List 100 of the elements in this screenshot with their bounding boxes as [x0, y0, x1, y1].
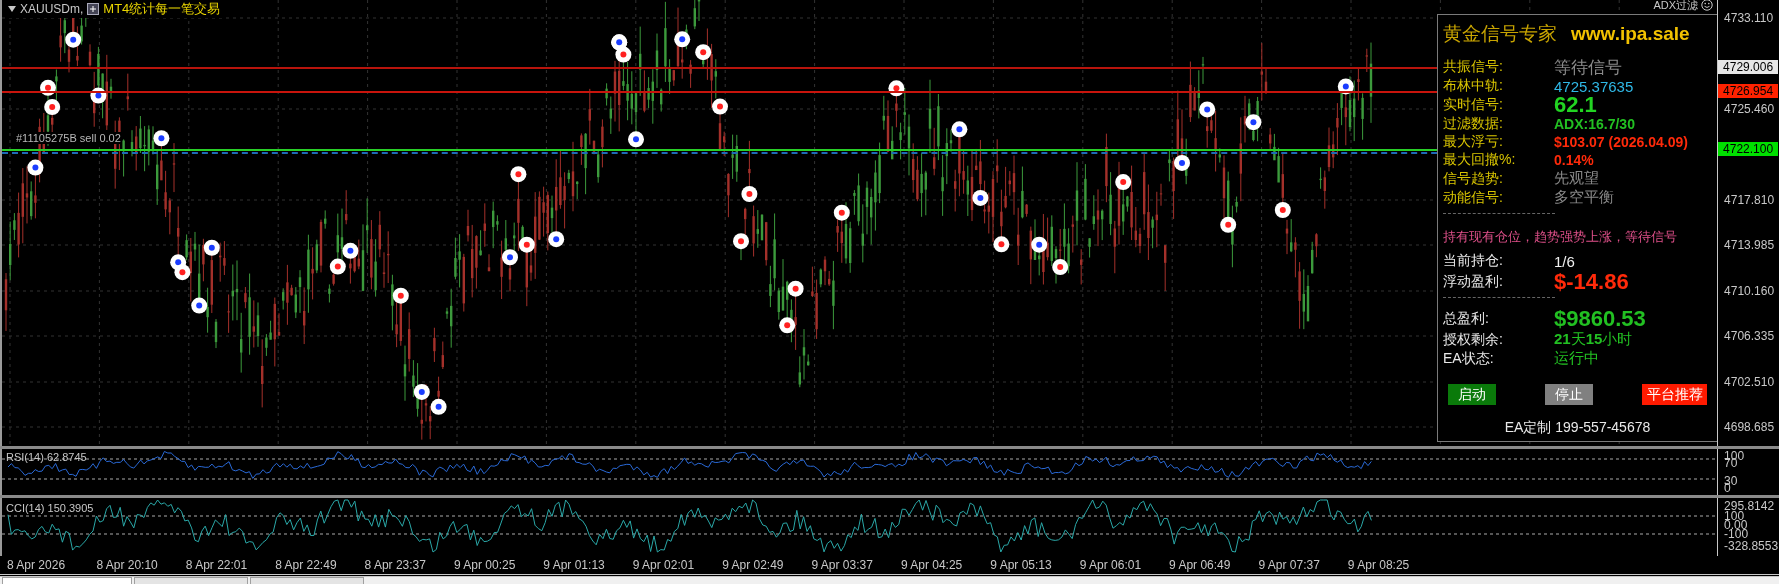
trade-marker-icon [510, 166, 527, 183]
trade-marker-icon [502, 249, 518, 266]
field-value: 运行中 [1554, 349, 1599, 368]
field-value: ADX:16.7/30 [1554, 116, 1635, 132]
time-tick: 9 Apr 01:13 [543, 557, 606, 574]
trade-marker-icon [833, 204, 850, 221]
price-tick: 4702.510 [1724, 376, 1775, 388]
time-tick: 9 Apr 00:25 [453, 557, 517, 574]
time-tick: 9 Apr 08:25 [1347, 557, 1411, 574]
trade-marker-icon [712, 98, 728, 115]
trade-marker-icon [674, 31, 691, 48]
time-tick: 8 Apr 2026 [7, 557, 67, 574]
trade-marker-icon [430, 398, 447, 415]
trade-marker-icon [1199, 101, 1216, 118]
trade-marker-icon [40, 79, 56, 96]
trade-marker-icon [951, 121, 968, 138]
time-tick: 8 Apr 23:37 [364, 557, 427, 574]
time-tick: 9 Apr 02:01 [632, 557, 696, 574]
rsi-label: RSI(14) 62.8745 [6, 451, 87, 463]
site-link[interactable]: www.ipa.sale [1571, 23, 1690, 45]
field-label: 当前持仓: [1443, 252, 1504, 270]
contact-text: EA定制 199-557-45678 [1504, 419, 1651, 437]
trade-marker-icon [413, 383, 430, 400]
trade-marker-icon [1031, 236, 1048, 253]
panel-button[interactable]: 启动 [1448, 384, 1496, 405]
trade-marker-icon [90, 87, 107, 104]
trade-marker-icon [993, 236, 1010, 253]
smiley-icon [1701, 0, 1714, 11]
trade-marker-icon [1052, 259, 1069, 276]
time-tick: 9 Apr 05:13 [990, 557, 1053, 574]
field-value: 4725.37635 [1554, 77, 1634, 95]
field-label: 浮动盈利: [1443, 272, 1504, 291]
trade-marker-icon [342, 242, 359, 259]
field-value: 1/6 [1554, 252, 1575, 270]
panel-button[interactable]: 停止 [1545, 384, 1593, 405]
cci-label: CCI(14) 150.3905 [6, 502, 94, 514]
price-tick: 4713.985 [1724, 239, 1775, 251]
trade-marker-icon [392, 287, 409, 304]
field-value: 62.1 [1554, 92, 1597, 118]
trade-marker-icon [174, 264, 191, 281]
trade-marker-icon [888, 80, 905, 97]
price-tick: 4717.810 [1724, 194, 1775, 206]
trade-marker-icon [191, 297, 208, 314]
trade-marker-icon [1245, 114, 1262, 131]
filter-label: ADX过滤 [1653, 0, 1699, 11]
indicator-name: MT4统计每一笔交易 [103, 0, 221, 18]
time-tick: 9 Apr 06:49 [1169, 557, 1232, 574]
field-value: $9860.53 [1554, 306, 1646, 331]
trade-marker-icon [695, 44, 712, 61]
trade-marker-icon [153, 130, 170, 147]
field-label: 共振信号: [1443, 58, 1504, 76]
field-label: 布林中轨: [1443, 77, 1504, 95]
trade-marker-icon [787, 280, 804, 297]
trade-marker-icon [548, 231, 565, 248]
price-tick: 4706.335 [1724, 330, 1775, 342]
field-label: 最大回撤%: [1443, 151, 1517, 169]
chart-tab[interactable] [134, 577, 248, 584]
trade-marker-icon [1274, 202, 1291, 218]
cci-tick: -328.8553 [1724, 540, 1779, 552]
field-value: $-14.86 [1554, 268, 1629, 295]
panel-title: 黄金信号专家 [1443, 21, 1557, 46]
trade-marker-icon [779, 317, 796, 334]
time-tick: 9 Apr 07:37 [1258, 557, 1321, 574]
panel-button[interactable]: 平台推荐 [1642, 384, 1707, 405]
price-tick: 4725.460 [1724, 103, 1775, 115]
trade-marker-icon [203, 239, 220, 256]
chart-tab[interactable] [2, 577, 132, 584]
field-label: 实时信号: [1443, 96, 1504, 114]
time-tick: 8 Apr 22:01 [185, 557, 249, 574]
field-value: 0.14% [1554, 152, 1594, 168]
status-message: 持有现有仓位，趋势强势上涨，等待信号 [1443, 228, 1678, 246]
price-tag: 4722.100 [1718, 142, 1779, 156]
field-value: $103.07 (2026.04.09) [1554, 134, 1688, 150]
trade-marker-icon [329, 258, 346, 275]
field-label: EA状态: [1443, 349, 1495, 368]
field-label: 信号趋势: [1443, 169, 1504, 188]
field-label: 总盈利: [1443, 310, 1490, 328]
field-label: 动能信号: [1443, 188, 1504, 207]
plus-box-icon[interactable] [87, 3, 100, 15]
time-tick: 9 Apr 06:01 [1079, 557, 1143, 574]
field-value: 21天15小时 [1554, 330, 1633, 349]
time-tick: 9 Apr 03:37 [811, 557, 874, 574]
price-tick: 4698.685 [1724, 421, 1775, 433]
trade-marker-icon [733, 233, 749, 250]
trade-marker-icon [1115, 174, 1132, 191]
trade-marker-icon [628, 131, 644, 148]
trade-marker-icon [27, 159, 44, 176]
time-tick: 9 Apr 02:49 [722, 557, 785, 574]
chart-tab[interactable] [250, 577, 364, 584]
price-tick: 4733.110 [1724, 12, 1774, 24]
trade-marker-icon [1220, 216, 1237, 233]
field-value: 等待信号 [1554, 56, 1622, 79]
trade-marker-icon [972, 189, 989, 206]
price-tag: 4729.006 [1718, 60, 1779, 74]
trade-marker-icon [65, 31, 82, 48]
order-label: #11105275B sell 0.02 [16, 132, 121, 144]
field-label: 过滤数据: [1443, 115, 1504, 133]
dropdown-caret-icon [8, 6, 16, 12]
field-value: 多空平衡 [1554, 188, 1614, 207]
field-value: 先观望 [1554, 169, 1599, 188]
